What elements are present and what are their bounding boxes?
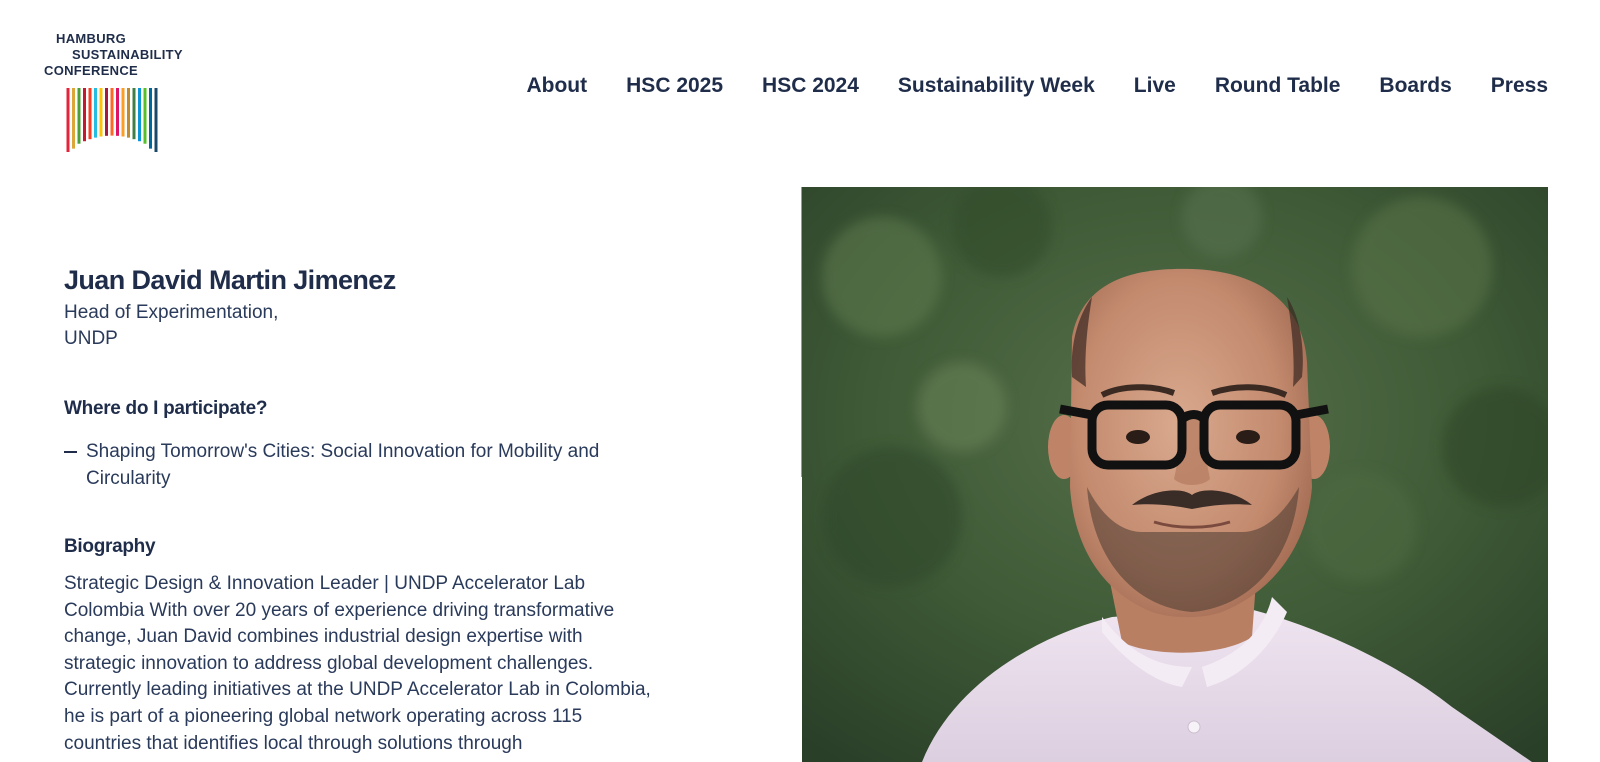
nav-item-hsc-2025[interactable]: HSC 2025 bbox=[626, 74, 723, 98]
biography-text: Strategic Design & Innovation Leader | U… bbox=[64, 573, 651, 754]
speaker-organization: UNDP bbox=[64, 328, 118, 349]
page: HAMBURG SUSTAINABILITY CONFERENCE About … bbox=[0, 0, 1600, 762]
logo-bar bbox=[143, 88, 147, 144]
nav-item-round-table[interactable]: Round Table bbox=[1215, 74, 1341, 98]
logo-bar bbox=[110, 88, 114, 136]
dash-icon bbox=[64, 451, 77, 453]
logo-text-line-1: HAMBURG bbox=[56, 31, 126, 46]
session-link[interactable]: Shaping Tomorrow's Cities: Social Innova… bbox=[64, 438, 654, 492]
nav-item-boards[interactable]: Boards bbox=[1379, 74, 1451, 98]
logo-bar bbox=[99, 88, 103, 137]
nav-item-press[interactable]: Press bbox=[1491, 74, 1548, 98]
logo-bar bbox=[121, 88, 125, 137]
speaker-portrait-image bbox=[802, 187, 1548, 762]
nav-item-sustainability-week[interactable]: Sustainability Week bbox=[898, 74, 1095, 98]
logo-bar bbox=[83, 88, 86, 142]
logo-bar bbox=[149, 88, 152, 149]
logo-bar bbox=[132, 88, 136, 140]
logo-bar bbox=[105, 88, 108, 136]
logo-text-line-2: SUSTAINABILITY bbox=[72, 47, 183, 62]
logo-text-line-3: CONFERENCE bbox=[44, 63, 139, 78]
speaker-profile: Juan David Martin Jimenez Head of Experi… bbox=[64, 262, 654, 757]
speaker-name: Juan David Martin Jimenez bbox=[64, 265, 396, 295]
logo-bar bbox=[66, 88, 70, 152]
speaker-role: Head of Experimentation, bbox=[64, 302, 279, 323]
session-list: Shaping Tomorrow's Cities: Social Innova… bbox=[64, 438, 654, 492]
logo-color-bars-icon bbox=[66, 88, 158, 152]
site-header: HAMBURG SUSTAINABILITY CONFERENCE About … bbox=[0, 0, 1600, 170]
logo-bar bbox=[154, 88, 158, 152]
logo-bar bbox=[72, 88, 75, 149]
biography-heading: Biography bbox=[64, 536, 156, 557]
logo-bar bbox=[88, 88, 92, 140]
main-navigation: About HSC 2025 HSC 2024 Sustainability W… bbox=[526, 74, 1548, 98]
speaker-photo bbox=[802, 187, 1548, 762]
nav-item-about[interactable]: About bbox=[526, 74, 587, 98]
session-title: Shaping Tomorrow's Cities: Social Innova… bbox=[86, 441, 600, 489]
logo-bar bbox=[77, 88, 81, 144]
logo-bar bbox=[94, 88, 97, 138]
participation-heading: Where do I participate? bbox=[64, 398, 268, 419]
conference-logo[interactable]: HAMBURG SUSTAINABILITY CONFERENCE bbox=[40, 30, 200, 155]
logo-bar bbox=[116, 88, 119, 136]
nav-item-hsc-2024[interactable]: HSC 2024 bbox=[762, 74, 859, 98]
logo-bar bbox=[138, 88, 141, 142]
logo-bar bbox=[127, 88, 130, 138]
nav-item-live[interactable]: Live bbox=[1134, 74, 1176, 98]
